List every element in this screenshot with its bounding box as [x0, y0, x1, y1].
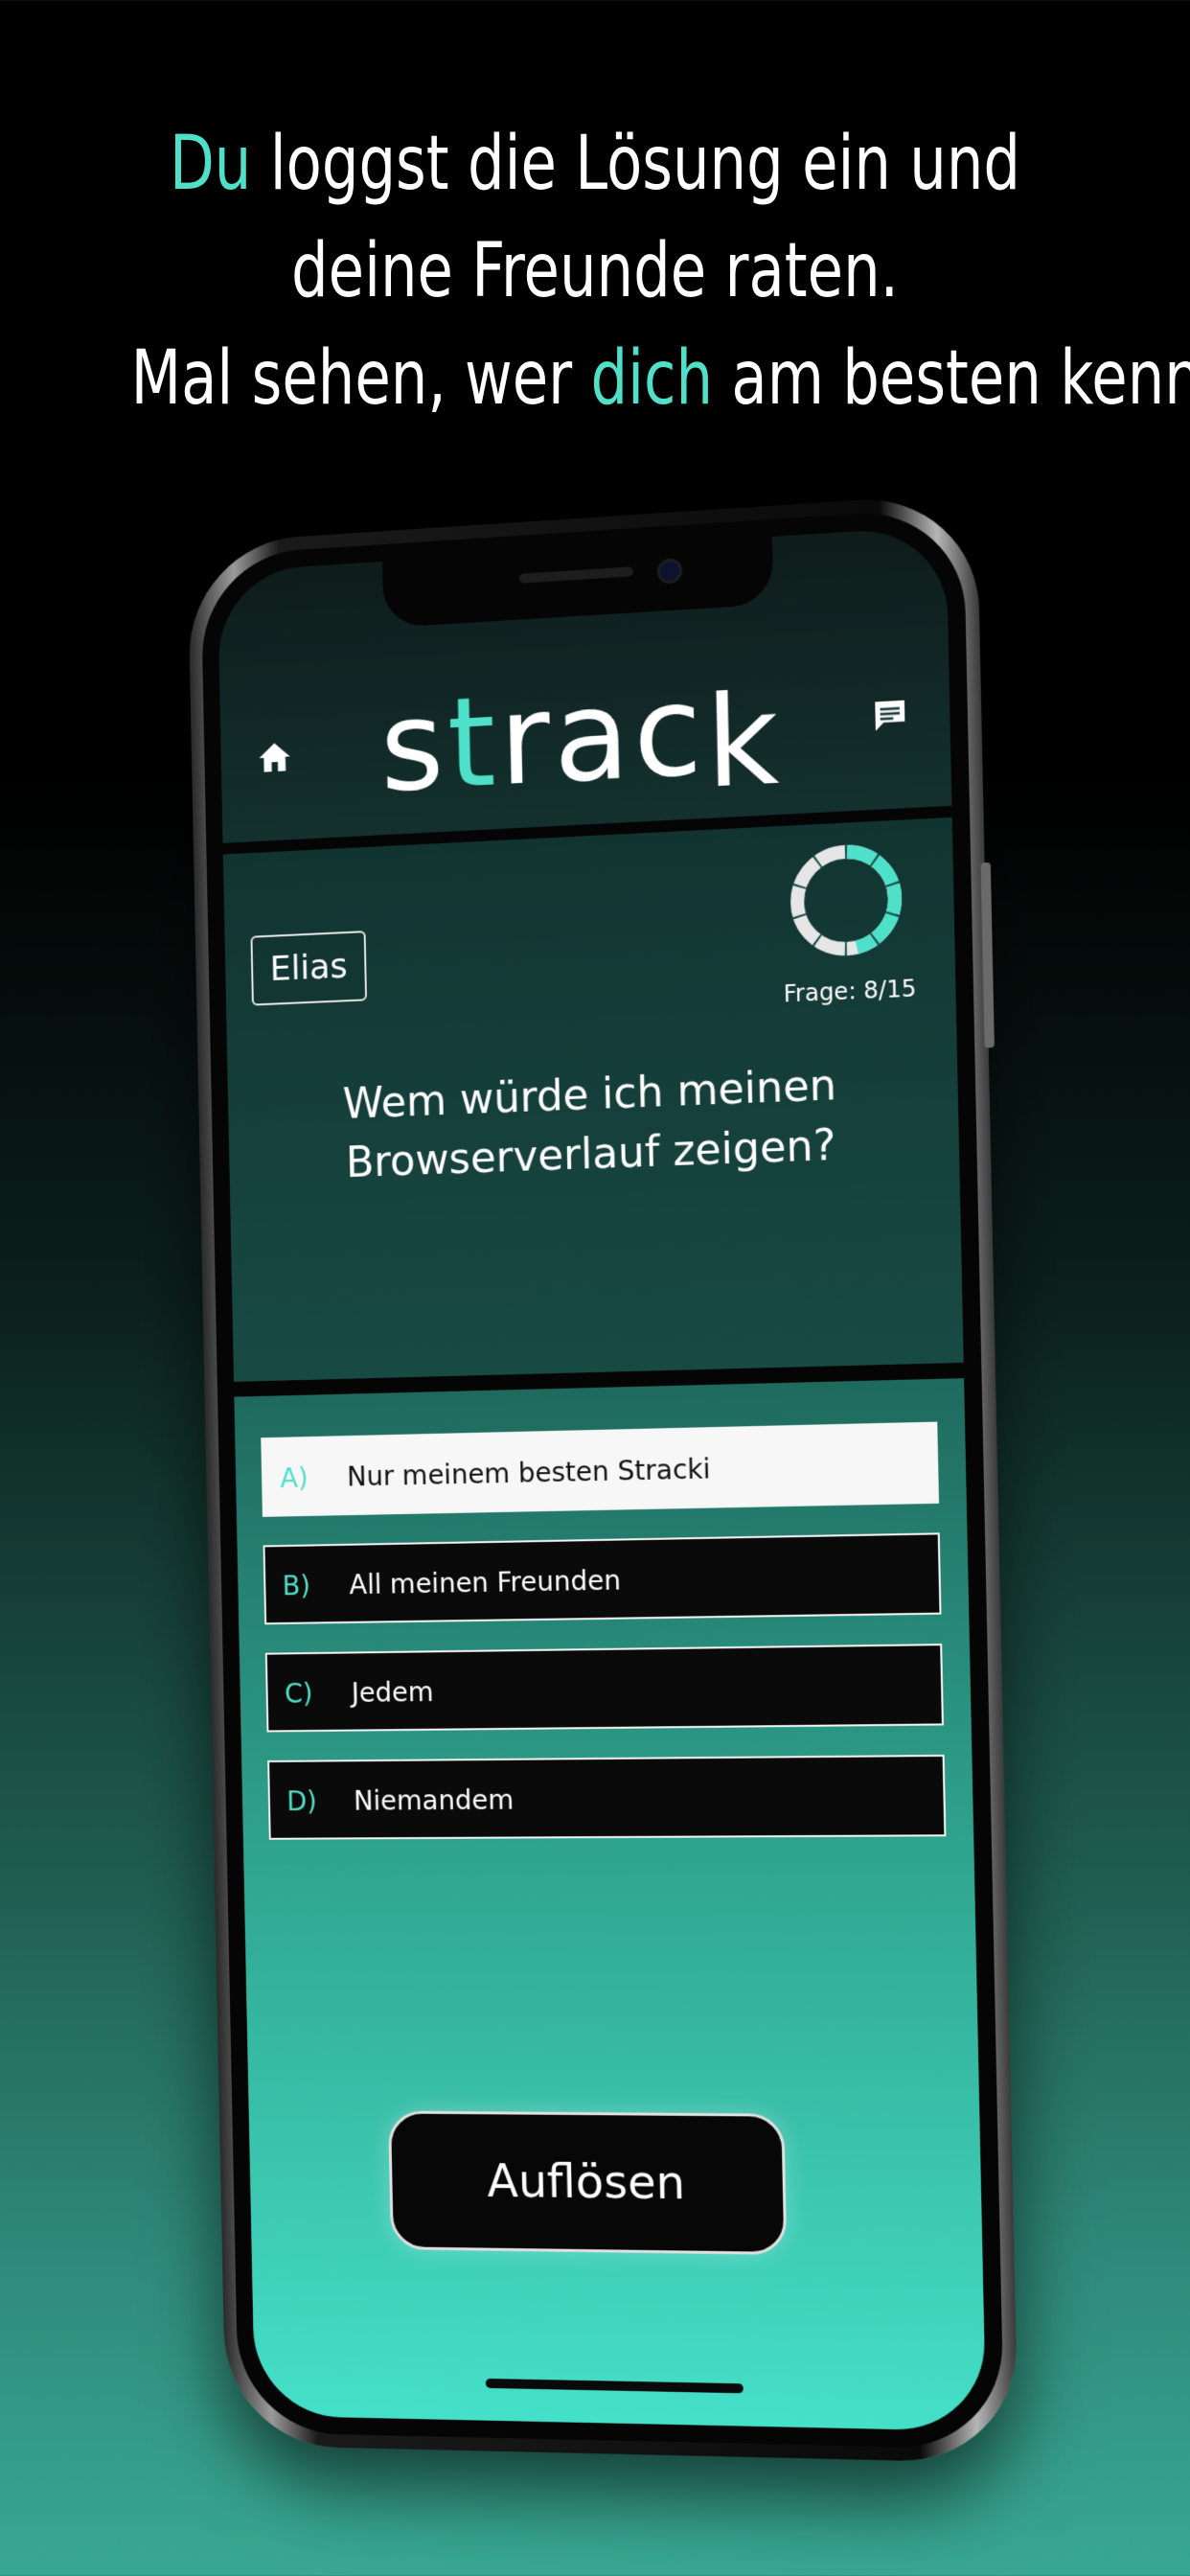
answer-text: All meinen Freunden	[349, 1564, 622, 1601]
timer-ring	[787, 840, 906, 961]
answer-letter: C)	[284, 1677, 313, 1710]
headline-line-1: Du loggst die Lösung ein und	[131, 110, 1060, 218]
headline-line-1-text: loggst die Lösung ein und	[251, 121, 1021, 207]
logo-letter-s: s	[378, 671, 449, 820]
answer-list: A) Nur meinem besten Stracki B) All mein…	[261, 1421, 947, 1869]
chat-icon[interactable]	[869, 695, 911, 736]
answer-letter: D)	[286, 1785, 318, 1818]
home-indicator[interactable]	[485, 2378, 744, 2394]
app-screen: strack Elias Frage: 8/15 Wem würde ich m…	[217, 525, 987, 2432]
logo-letter-t: t	[446, 668, 501, 816]
headline-accent-dich: dich	[590, 335, 714, 422]
answer-letter: A)	[280, 1461, 309, 1494]
phone-mockup: strack Elias Frage: 8/15 Wem würde ich m…	[187, 492, 1019, 2464]
question-text: Wem würde ich meinen Browserverlauf zeig…	[264, 1052, 920, 1196]
answer-text: Niemandem	[353, 1783, 515, 1817]
question-progress-label: Frage: 8/15	[783, 975, 917, 1008]
answer-text: Jedem	[351, 1676, 434, 1709]
player-name-tag: Elias	[250, 931, 368, 1006]
resolve-button[interactable]: Auflösen	[388, 2110, 788, 2255]
answer-letter: B)	[282, 1570, 311, 1602]
answer-text: Nur meinem besten Stracki	[346, 1453, 711, 1493]
front-camera	[656, 558, 683, 585]
answer-option-c[interactable]: C) Jedem	[264, 1644, 944, 1733]
answer-option-a[interactable]: A) Nur meinem besten Stracki	[261, 1421, 940, 1517]
marketing-headline: Du loggst die Lösung ein und deine Freun…	[130, 110, 1190, 432]
headline-line-3: Mal sehen, wer dich am besten kennt.	[130, 325, 1190, 432]
answer-option-d[interactable]: D) Niemandem	[267, 1754, 947, 1840]
headline-line-3-post: am besten kennt.	[713, 335, 1190, 422]
app-logo: strack	[219, 642, 951, 828]
logo-letters-rac: rac	[497, 656, 708, 814]
headline-line-2: deine Freunde raten.	[291, 228, 899, 314]
headline-line-3-pre: Mal sehen, wer	[130, 335, 591, 422]
question-panel: Elias Frage: 8/15 Wem würde ich meinen B…	[222, 816, 964, 1382]
headline-accent-du: Du	[169, 121, 252, 207]
logo-letter-k: k	[704, 665, 785, 816]
speaker-grille	[518, 566, 634, 584]
answer-option-b[interactable]: B) All meinen Freunden	[263, 1532, 942, 1625]
